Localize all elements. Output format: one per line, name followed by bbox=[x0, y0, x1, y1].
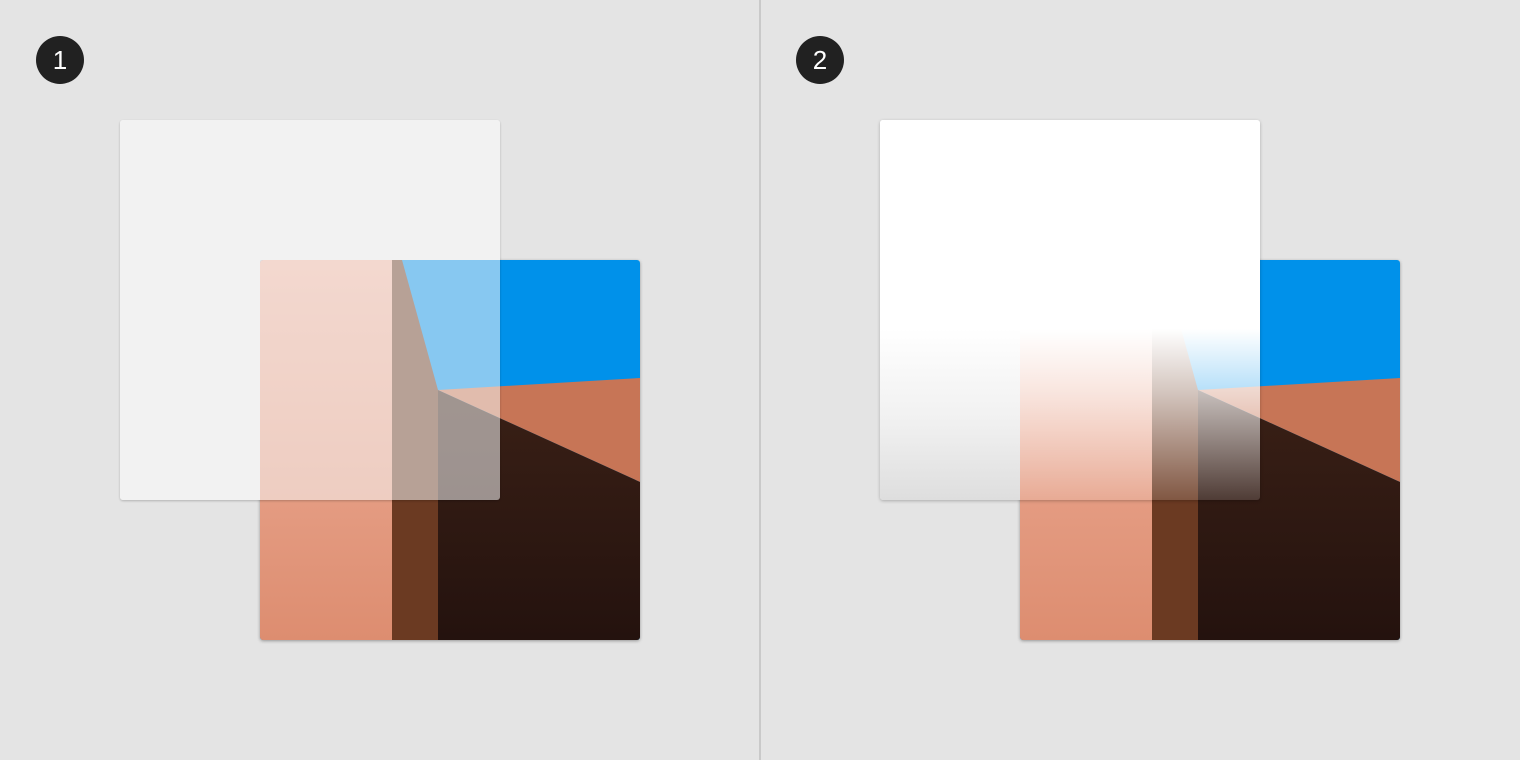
gradient-sheet bbox=[880, 120, 1260, 500]
translucent-sheet bbox=[120, 120, 500, 500]
step-two-badge: 2 bbox=[796, 36, 844, 84]
step-one-badge: 1 bbox=[36, 36, 84, 84]
panel-one: 1 bbox=[0, 0, 760, 760]
panel-two: 2 bbox=[760, 0, 1520, 760]
comparison-canvas: 1 2 bbox=[0, 0, 1520, 760]
